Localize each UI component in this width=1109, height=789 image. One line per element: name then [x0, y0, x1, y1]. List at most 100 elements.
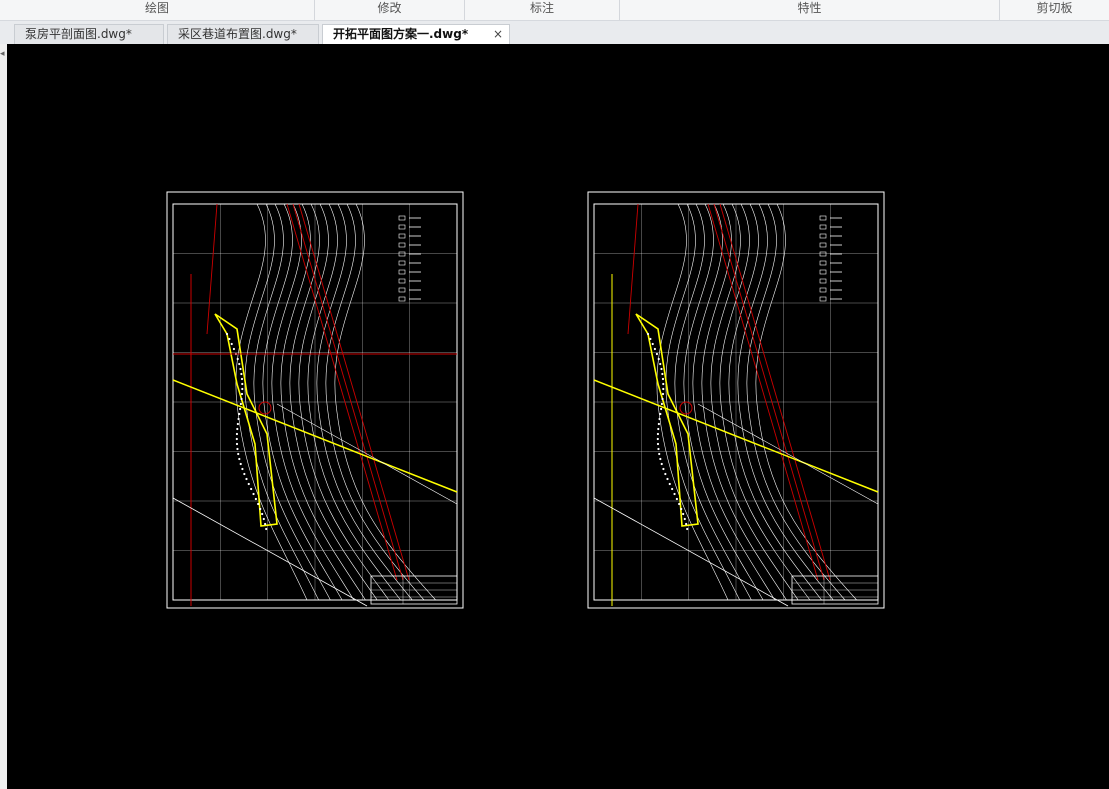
boundary-point	[646, 332, 650, 336]
boundary-point	[259, 507, 262, 511]
legend-swatch	[819, 215, 827, 221]
fault-line	[292, 203, 404, 581]
boundary-point	[662, 387, 665, 391]
boundary-point	[225, 332, 229, 336]
legend-swatch	[819, 242, 827, 248]
fault-line	[286, 203, 398, 581]
boundary-point	[240, 372, 243, 376]
boundary-point	[680, 507, 683, 511]
legend-swatch	[819, 278, 827, 284]
drawing-sheet-left[interactable]	[166, 191, 464, 609]
legend-swatch	[398, 287, 406, 293]
boundary-point	[660, 402, 663, 406]
panel-modify[interactable]: 修改	[315, 0, 465, 20]
boundary-point	[661, 372, 664, 376]
boundary-point	[237, 452, 240, 456]
boundary-point	[252, 492, 255, 496]
fault-line	[713, 203, 825, 581]
tab-development-plan[interactable]: 开拓平面图方案一.dwg* ×	[322, 24, 510, 44]
boundary-point	[236, 357, 239, 361]
close-icon[interactable]: ×	[493, 25, 503, 44]
boundary-point	[660, 367, 663, 371]
boundary-point	[660, 462, 663, 466]
legend-swatch	[398, 215, 406, 221]
boundary-point	[649, 337, 652, 341]
boundary-point	[656, 432, 660, 436]
boundary-point	[250, 487, 253, 491]
legend-swatch	[398, 233, 406, 239]
drawing-sheet-right[interactable]	[587, 191, 885, 609]
fault-line	[298, 203, 410, 581]
boundary-point	[657, 357, 660, 361]
boundary-point	[238, 362, 241, 366]
boundary-point	[236, 447, 239, 451]
tab-scroll-left-icon[interactable]: ◂	[0, 49, 5, 65]
boundary-point	[265, 527, 268, 531]
legend-swatch	[819, 251, 827, 257]
boundary-point	[247, 482, 250, 486]
fault-line	[719, 203, 831, 581]
boundary-point	[243, 472, 246, 476]
boundary-point	[239, 402, 242, 406]
drawing-canvas[interactable]	[7, 44, 1109, 789]
boundary-point	[657, 422, 660, 426]
tab-pump-room[interactable]: 泵房平剖面图.dwg*	[14, 24, 164, 44]
boundary-point	[239, 462, 242, 466]
drawing-viewport[interactable]	[7, 44, 1109, 789]
boundary-point	[241, 382, 244, 386]
boundary-point	[228, 337, 231, 341]
panel-dimension[interactable]: 标注	[465, 0, 620, 20]
boundary-point	[238, 457, 241, 461]
boundary-point	[257, 502, 260, 506]
boundary-point	[230, 342, 233, 346]
panel-properties[interactable]: 特性	[620, 0, 1000, 20]
roadway-line	[593, 497, 789, 607]
legend-swatch	[819, 224, 827, 230]
boundary-point	[655, 352, 659, 356]
boundary-point	[261, 512, 264, 516]
legend-swatch	[398, 251, 406, 257]
tab-roadway-layout[interactable]: 采区巷道布置图.dwg*	[167, 24, 319, 44]
legend-swatch	[819, 287, 827, 293]
panel-clipboard[interactable]: 剪切板	[1000, 0, 1109, 20]
legend-swatch	[819, 233, 827, 239]
legend-swatch	[819, 269, 827, 275]
boundary-point	[262, 517, 265, 521]
tab-label: 开拓平面图方案一.dwg*	[333, 27, 469, 41]
legend-swatch	[398, 278, 406, 284]
boundary-point	[662, 382, 665, 386]
boundary-point	[651, 342, 654, 346]
boundary-point	[235, 437, 238, 441]
boundary-point	[678, 502, 681, 506]
panel-draw[interactable]: 绘图	[0, 0, 315, 20]
legend-swatch	[819, 260, 827, 266]
boundary-point	[237, 417, 240, 421]
boundary-point	[239, 367, 242, 371]
roadway-line	[172, 497, 368, 607]
boundary-point	[662, 467, 665, 471]
boundary-point	[675, 497, 678, 501]
boundary-point	[240, 392, 244, 396]
legend-swatch	[398, 242, 406, 248]
legend-swatch	[398, 224, 406, 230]
boundary-point	[238, 412, 241, 416]
boundary-point	[235, 442, 239, 446]
boundary-point	[668, 482, 671, 486]
ribbon-panel-labels: 绘图 修改 标注 特性 剪切板	[0, 0, 1109, 21]
document-tab-bar: ◂ 泵房平剖面图.dwg* 采区巷道布置图.dwg* 开拓平面图方案一.dwg*…	[0, 21, 1109, 59]
boundary-point	[657, 447, 660, 451]
boundary-point	[659, 412, 662, 416]
tab-label: 泵房平剖面图.dwg*	[25, 27, 132, 41]
boundary-point	[235, 432, 239, 436]
boundary-point	[241, 387, 244, 391]
legend-swatch	[398, 296, 406, 302]
boundary-point	[671, 487, 674, 491]
boundary-point	[661, 377, 665, 381]
boundary-point	[664, 472, 667, 476]
fault-line	[707, 203, 819, 581]
boundary-point	[660, 407, 663, 411]
boundary-point	[656, 442, 660, 446]
boundary-point	[656, 437, 659, 441]
boundary-point	[686, 527, 689, 531]
legend-swatch	[398, 260, 406, 266]
